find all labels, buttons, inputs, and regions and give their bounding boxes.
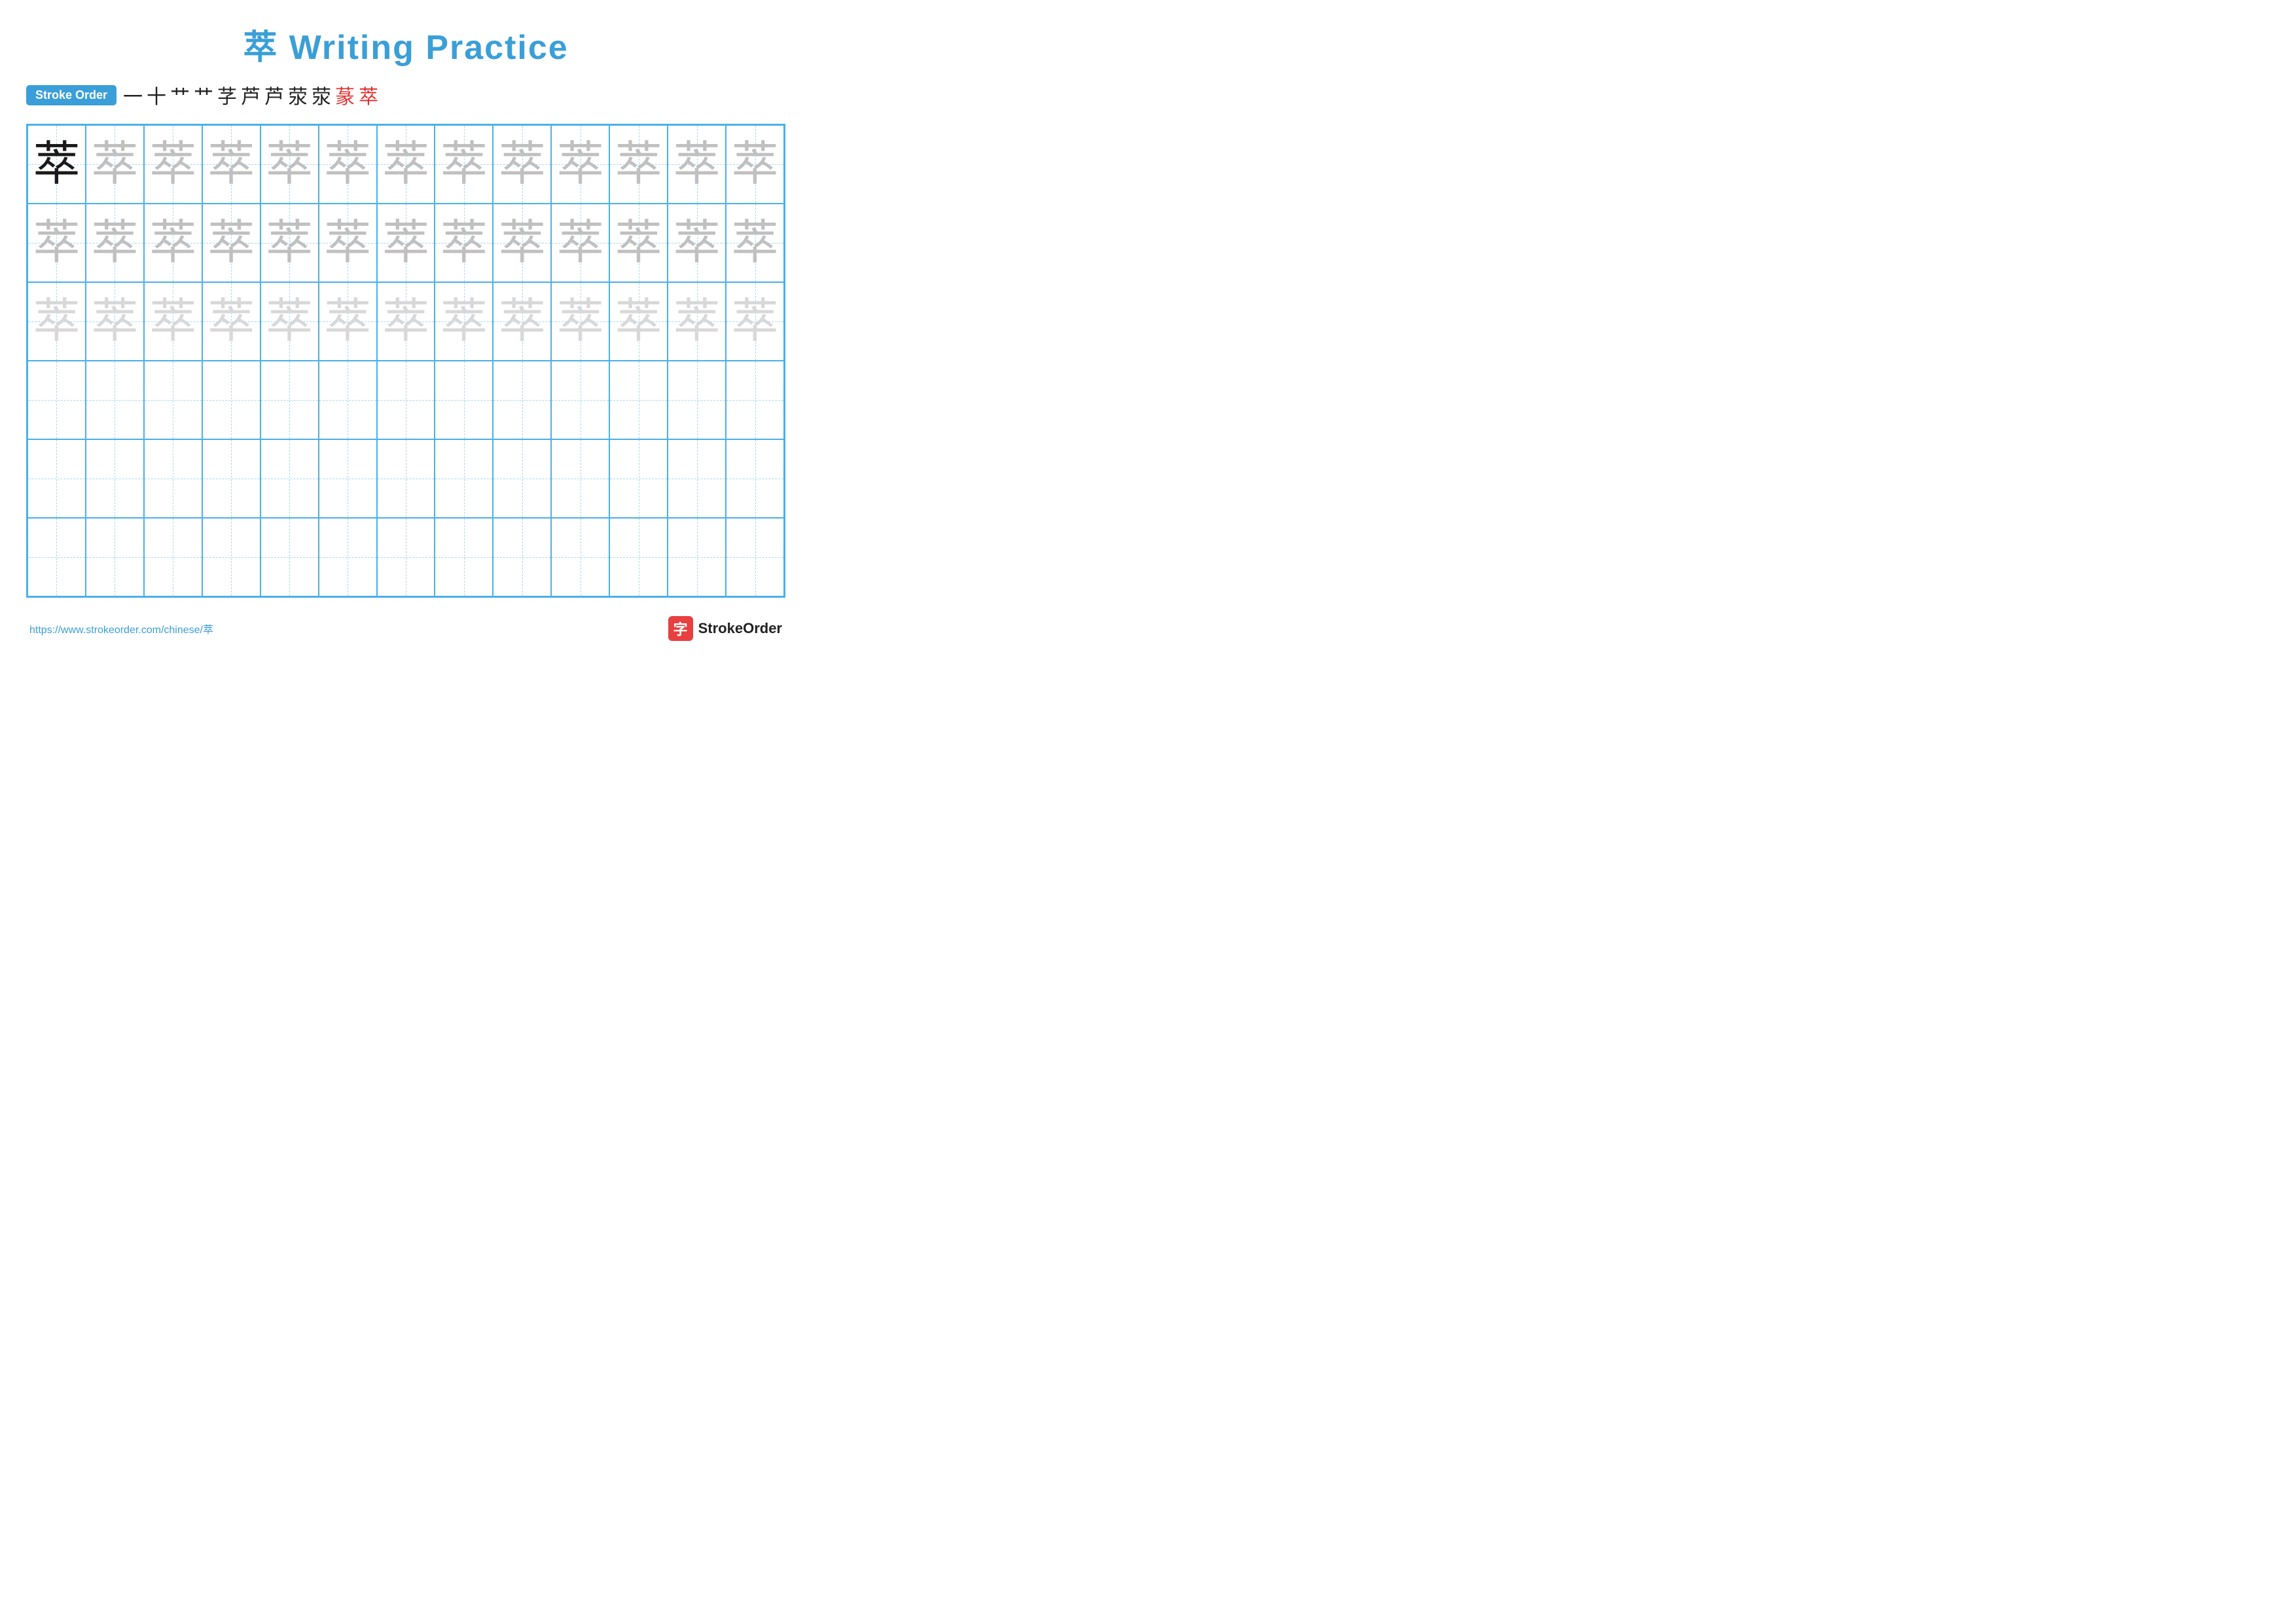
footer-link[interactable]: https://www.strokeorder.com/chinese/萃 [29,621,213,636]
grid-cell[interactable]: 萃 [435,125,493,204]
grid-cell[interactable] [668,518,726,596]
footer: https://www.strokeorder.com/chinese/萃 字 … [26,616,785,641]
stroke-order-row: Stroke Order 一 十 艹 艹 芓 芦 芦 荥 荥 蒃 萃 [26,81,785,109]
grid-cell[interactable] [726,518,784,596]
stroke-11: 萃 [359,81,378,109]
grid-cell[interactable] [260,361,319,439]
grid-cell[interactable]: 萃 [435,204,493,282]
grid-cell[interactable]: 萃 [609,125,668,204]
stroke-5: 芓 [217,81,237,109]
grid-cell[interactable]: 萃 [551,125,609,204]
grid-cell[interactable]: 萃 [319,204,377,282]
grid-cell[interactable] [144,518,202,596]
grid-cell[interactable] [435,361,493,439]
grid-cell[interactable] [668,439,726,518]
stroke-7: 芦 [264,81,284,109]
grid-cell[interactable]: 萃 [260,125,319,204]
grid-cell[interactable] [202,361,260,439]
grid-cell[interactable]: 萃 [493,125,551,204]
grid-cell[interactable] [202,439,260,518]
grid-cell[interactable]: 萃 [377,204,435,282]
grid-cell[interactable]: 萃 [319,282,377,361]
grid-cell[interactable]: 萃 [202,282,260,361]
grid-cell[interactable] [319,361,377,439]
grid-cell[interactable] [493,439,551,518]
grid-cell[interactable] [377,439,435,518]
grid-cell[interactable]: 萃 [493,204,551,282]
grid-cell[interactable]: 萃 [27,125,86,204]
grid-cell[interactable]: 萃 [726,125,784,204]
grid-cell[interactable]: 萃 [668,125,726,204]
grid-cell[interactable]: 萃 [202,125,260,204]
grid-cell[interactable]: 萃 [86,204,144,282]
grid-cell[interactable] [202,518,260,596]
stroke-3: 艹 [170,81,190,109]
grid-cell[interactable] [86,518,144,596]
grid-cell[interactable]: 萃 [260,204,319,282]
stroke-8: 荥 [288,81,308,109]
stroke-1: 一 [123,81,143,109]
stroke-6: 芦 [241,81,260,109]
grid-cell[interactable] [377,361,435,439]
grid-cell[interactable] [319,518,377,596]
stroke-order-badge: Stroke Order [26,85,117,105]
grid-cell[interactable]: 萃 [144,204,202,282]
stroke-10: 蒃 [335,81,355,109]
grid-cell[interactable]: 萃 [609,204,668,282]
grid-cell[interactable]: 萃 [202,204,260,282]
grid-cell[interactable] [435,439,493,518]
grid-cell[interactable]: 萃 [377,282,435,361]
grid-cell[interactable] [551,518,609,596]
page-title: 萃 Writing Practice [26,20,785,69]
grid-cell[interactable] [609,361,668,439]
footer-logo: 字 StrokeOrder [668,616,782,641]
grid-cell[interactable]: 萃 [377,125,435,204]
grid-cell[interactable] [377,518,435,596]
grid-cell[interactable] [726,361,784,439]
grid-cell[interactable]: 萃 [86,125,144,204]
grid-cell[interactable]: 萃 [609,282,668,361]
grid-cell[interactable]: 萃 [144,282,202,361]
grid-cell[interactable] [435,518,493,596]
grid-cell[interactable] [319,439,377,518]
grid-cell[interactable] [551,361,609,439]
grid-cell[interactable]: 萃 [668,282,726,361]
grid-cell[interactable] [726,439,784,518]
grid-cell[interactable] [144,439,202,518]
grid-cell[interactable] [668,361,726,439]
grid-cell[interactable] [493,361,551,439]
stroke-9: 荥 [312,81,331,109]
grid-cell[interactable]: 萃 [86,282,144,361]
grid-cell[interactable] [551,439,609,518]
grid-cell[interactable]: 萃 [319,125,377,204]
grid-cell[interactable]: 萃 [726,204,784,282]
grid-cell[interactable] [27,439,86,518]
grid-cell[interactable] [27,361,86,439]
grid-cell[interactable] [86,439,144,518]
grid-cell[interactable] [493,518,551,596]
grid-cell[interactable]: 萃 [435,282,493,361]
grid-cell[interactable]: 萃 [260,282,319,361]
practice-grid: 萃萃萃萃萃萃萃萃萃萃萃萃萃萃萃萃萃萃萃萃萃萃萃萃萃萃萃萃萃萃萃萃萃萃萃萃萃萃萃 [26,124,785,598]
grid-cell[interactable]: 萃 [27,282,86,361]
grid-cell[interactable] [27,518,86,596]
stroke-order-chars: 一 十 艹 艹 芓 芦 芦 荥 荥 蒃 萃 [123,81,378,109]
grid-cell[interactable] [144,361,202,439]
logo-icon-box: 字 [668,616,693,641]
grid-cell[interactable] [609,518,668,596]
logo-text: StrokeOrder [698,620,782,637]
grid-cell[interactable] [260,439,319,518]
grid-cell[interactable]: 萃 [493,282,551,361]
grid-cell[interactable] [609,439,668,518]
grid-cell[interactable] [260,518,319,596]
grid-cell[interactable]: 萃 [551,204,609,282]
grid-cell[interactable]: 萃 [668,204,726,282]
grid-cell[interactable]: 萃 [27,204,86,282]
stroke-2: 十 [147,81,166,109]
grid-cell[interactable]: 萃 [144,125,202,204]
grid-cell[interactable] [86,361,144,439]
grid-cell[interactable]: 萃 [551,282,609,361]
grid-cell[interactable]: 萃 [726,282,784,361]
stroke-4: 艹 [194,81,213,109]
